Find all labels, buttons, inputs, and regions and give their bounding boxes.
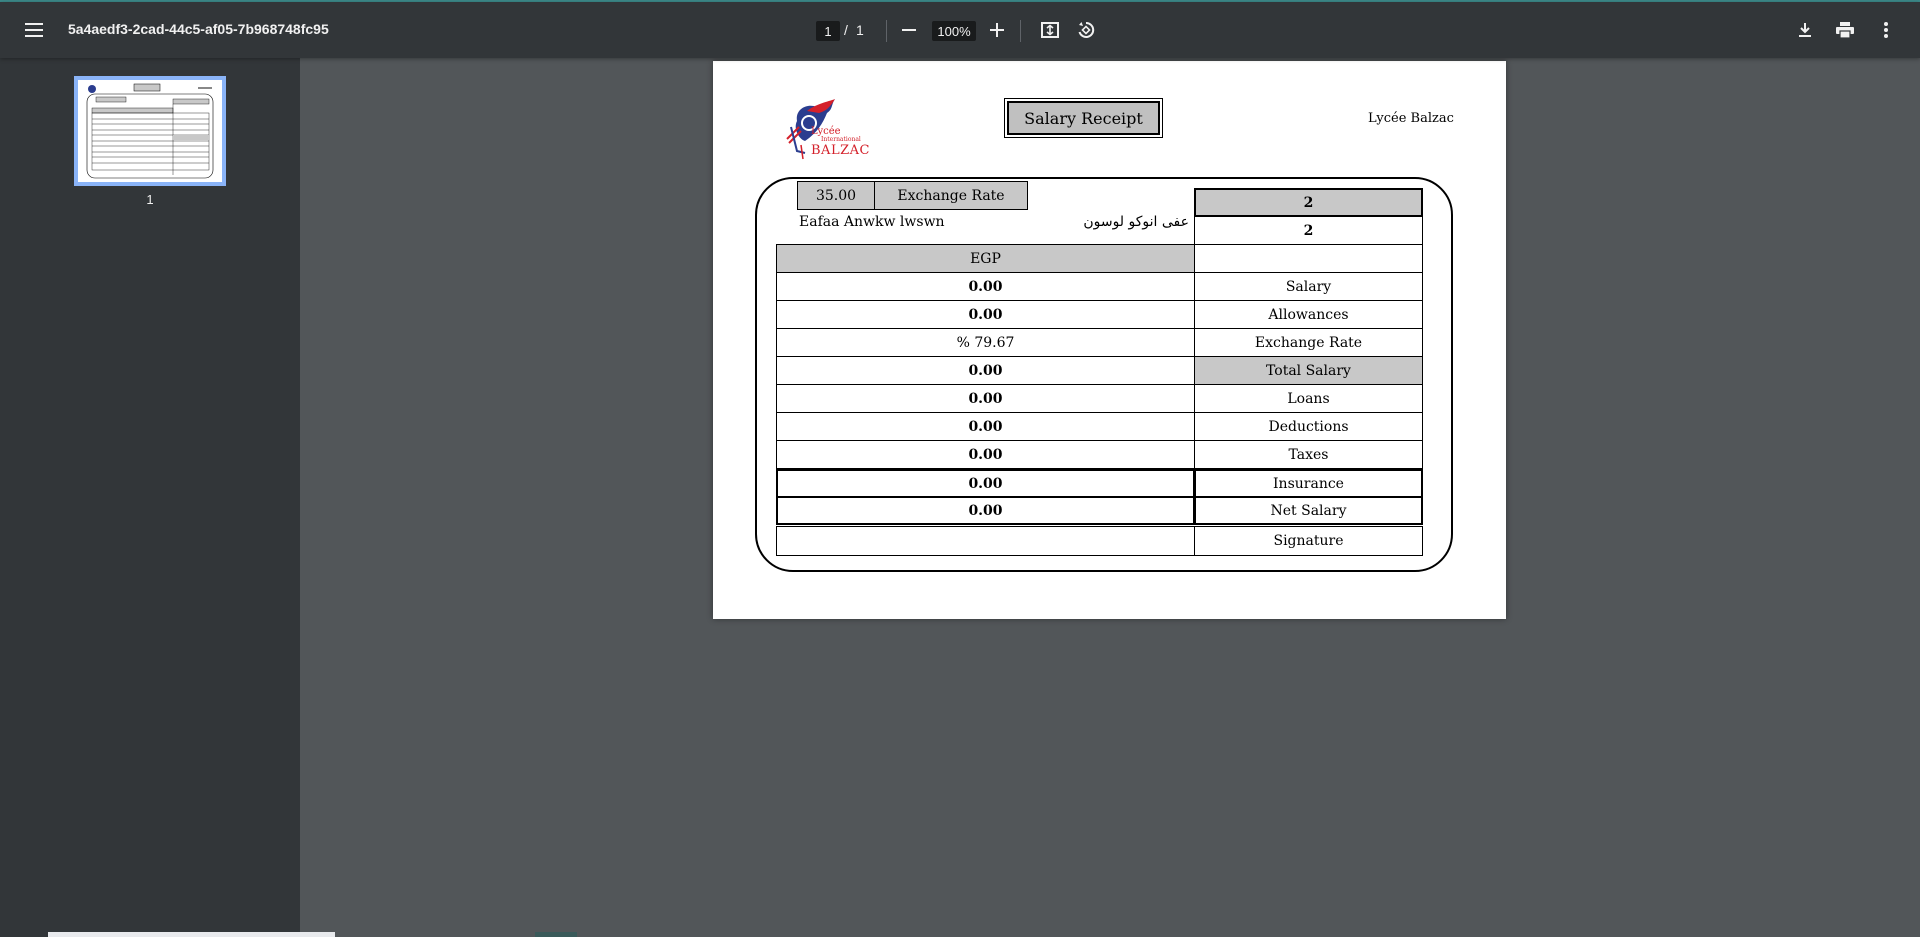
- exchange-value: 35.00: [797, 181, 875, 210]
- scroll-indicator: [535, 932, 577, 937]
- loans-value: 0.00: [776, 384, 1195, 413]
- allowances-value: 0.00: [776, 300, 1195, 329]
- logo-balzac: BALZAC: [811, 143, 870, 158]
- exchange-label: Exchange Rate: [874, 181, 1028, 210]
- thumbnail-page-label: 1: [146, 192, 154, 207]
- minus-icon[interactable]: [895, 16, 923, 44]
- net-salary-value: 0.00: [776, 496, 1195, 525]
- thumbnail-sidebar: 1: [0, 58, 300, 937]
- exchange-rate-value: % 79.67: [776, 328, 1195, 357]
- plus-icon[interactable]: [983, 16, 1011, 44]
- page-number-input[interactable]: 1: [816, 21, 840, 41]
- rotate-icon[interactable]: [1072, 16, 1100, 44]
- more-vert-icon[interactable]: [1872, 16, 1900, 44]
- menu-icon[interactable]: [20, 16, 48, 44]
- taxes-label: Taxes: [1194, 440, 1423, 469]
- total-salary-value: 0.00: [776, 356, 1195, 385]
- salary-label: Salary: [1194, 272, 1423, 301]
- salary-value: 0.00: [776, 272, 1195, 301]
- logo-international: International: [821, 136, 861, 143]
- toolbar-divider: [1020, 20, 1021, 42]
- page-thumbnail[interactable]: [74, 76, 226, 186]
- page-total: 1: [856, 22, 864, 38]
- insurance-label: Insurance: [1194, 469, 1423, 498]
- zoom-level-input[interactable]: 100%: [932, 21, 976, 41]
- loans-label: Loans: [1194, 384, 1423, 413]
- currency-label-cell: [1194, 244, 1423, 273]
- school-name: Lycée Balzac: [1368, 111, 1454, 126]
- currency-header: EGP: [776, 244, 1195, 273]
- code-value: 2: [1194, 216, 1423, 245]
- toolbar-divider: [886, 20, 887, 42]
- exchange-rate-label: Exchange Rate: [1194, 328, 1423, 357]
- signature-label: Signature: [1194, 526, 1423, 556]
- document-title: 5a4aedf3-2cad-44c5-af05-7b968748fc95: [68, 21, 329, 37]
- pdf-page: Lycée International BALZAC Salary Receip…: [713, 61, 1506, 619]
- deductions-label: Deductions: [1194, 412, 1423, 441]
- net-salary-label: Net Salary: [1194, 496, 1423, 525]
- total-salary-label: Total Salary: [1194, 356, 1423, 385]
- insurance-value: 0.00: [776, 469, 1195, 498]
- allowances-label: Allowances: [1194, 300, 1423, 329]
- deductions-value: 0.00: [776, 412, 1195, 441]
- signature-value: [776, 526, 1195, 556]
- receipt-title-box: Salary Receipt: [1004, 98, 1163, 138]
- download-icon[interactable]: [1791, 16, 1819, 44]
- fit-page-icon[interactable]: [1036, 16, 1064, 44]
- pdf-toolbar: 5a4aedf3-2cad-44c5-af05-7b968748fc95 1 /…: [0, 2, 1920, 58]
- page-separator: /: [844, 22, 848, 38]
- employee-name-arabic: عفى انوكو لوسون: [1083, 214, 1189, 230]
- print-icon[interactable]: [1831, 16, 1859, 44]
- taxes-value: 0.00: [776, 440, 1195, 469]
- school-logo: Lycée International BALZAC: [777, 99, 869, 161]
- employee-name-latin: Eafaa Anwkw lwswn: [799, 214, 945, 230]
- receipt-title: Salary Receipt: [1007, 101, 1160, 135]
- horizontal-scrollbar[interactable]: [48, 932, 335, 937]
- code-header: 2: [1194, 188, 1423, 217]
